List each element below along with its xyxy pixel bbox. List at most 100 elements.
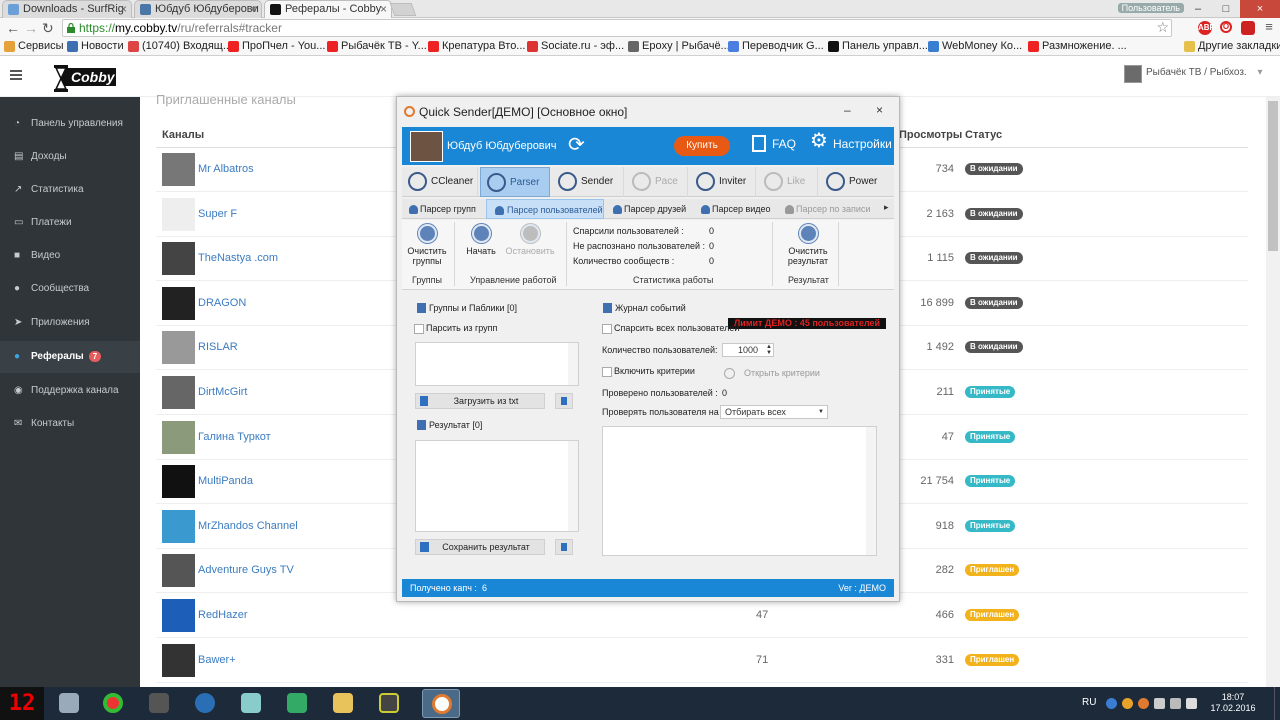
channel-name-link[interactable]: Mr Albatros bbox=[198, 163, 254, 175]
channel-name-link[interactable]: Super F bbox=[198, 208, 237, 220]
taskbar-app-monitor[interactable] bbox=[370, 689, 408, 718]
faq-button[interactable]: FAQ bbox=[750, 135, 796, 152]
forward-arrow-icon[interactable]: → bbox=[24, 20, 38, 36]
save-result-button[interactable]: Сохранить результат bbox=[415, 539, 545, 555]
qs-user-name[interactable]: Юбдуб Юбдуберович bbox=[447, 140, 557, 152]
groups-list[interactable] bbox=[415, 342, 579, 386]
avatar[interactable] bbox=[162, 153, 195, 186]
check-user-select[interactable]: Отбирать всех ▼ bbox=[720, 405, 828, 419]
taskbar-app-editor[interactable] bbox=[232, 689, 270, 718]
bookmark-sociate[interactable]: Sociate.ru - эф... bbox=[527, 40, 624, 52]
channel-name-link[interactable]: RedHazer bbox=[198, 609, 248, 621]
tabs-scroll-right-icon[interactable]: ▸ bbox=[884, 202, 889, 213]
tab-parser-users[interactable]: Парсер пользователей bbox=[486, 199, 604, 219]
avatar[interactable] bbox=[410, 131, 443, 162]
avatar[interactable] bbox=[162, 509, 195, 543]
avatar[interactable] bbox=[162, 465, 195, 499]
channel-name-link[interactable]: DRAGON bbox=[198, 297, 246, 309]
minimize-icon[interactable]: – bbox=[1184, 0, 1212, 18]
tab-parser-video[interactable]: Парсер видео bbox=[698, 199, 780, 219]
page-scrollbar[interactable] bbox=[1266, 97, 1280, 687]
module-inviter[interactable]: Inviter bbox=[690, 167, 756, 197]
tray-volume-icon[interactable] bbox=[1186, 698, 1197, 709]
module-ccleaner[interactable]: CCleaner bbox=[402, 167, 478, 197]
reload-icon[interactable]: ↻ bbox=[42, 20, 54, 36]
avatar[interactable] bbox=[162, 643, 195, 677]
column-header-status[interactable]: Статус bbox=[965, 129, 1002, 141]
language-indicator[interactable]: RU bbox=[1082, 697, 1096, 708]
bookmark-propchel[interactable]: ПроПчел - You... bbox=[228, 40, 325, 52]
channel-name-link[interactable]: Bawer+ bbox=[198, 654, 236, 666]
hamburger-menu-icon[interactable] bbox=[10, 70, 22, 80]
taskbar-app-explorer[interactable] bbox=[324, 689, 362, 718]
tab-parser-groups[interactable]: Парсер групп bbox=[406, 199, 484, 219]
bookmark-services[interactable]: Сервисы bbox=[4, 40, 64, 52]
module-sender[interactable]: Sender bbox=[552, 167, 624, 197]
channel-name-link[interactable]: MrZhandos Channel bbox=[198, 520, 298, 532]
sidebar-item-referrals[interactable]: ● Рефералы 7 bbox=[0, 341, 140, 373]
channel-name-link[interactable]: RISLAR bbox=[198, 341, 238, 353]
bookmark-razmnozhenie[interactable]: Размножение. ... bbox=[1028, 40, 1127, 52]
sidebar-item-support[interactable]: ◉ Поддержка канала bbox=[0, 375, 140, 407]
bookmark-star-icon[interactable]: ☆ bbox=[1156, 19, 1169, 36]
table-row[interactable]: Bawer+ 71 331 Приглашен bbox=[156, 639, 1248, 683]
opera-icon[interactable]: O bbox=[1220, 21, 1232, 33]
tab-close-icon[interactable]: × bbox=[120, 2, 127, 16]
avatar[interactable] bbox=[162, 286, 195, 320]
bookmark-translate[interactable]: Переводчик G... bbox=[728, 40, 824, 52]
clear-groups-list-button[interactable] bbox=[555, 393, 573, 409]
browser-tab-referrals[interactable]: Рефералы - Cobby × bbox=[264, 0, 392, 18]
sidebar-item-stats[interactable]: ↗ Статистика bbox=[0, 174, 140, 206]
column-header-channels[interactable]: Каналы bbox=[162, 129, 204, 141]
stop-button[interactable]: Остановить bbox=[502, 224, 558, 256]
module-parser[interactable]: Parser bbox=[480, 167, 550, 197]
bookmark-epoxy[interactable]: Epoxy | Рыбачё... bbox=[628, 40, 730, 52]
tray-help-icon[interactable] bbox=[1106, 698, 1117, 709]
module-pace[interactable]: Pace bbox=[626, 167, 688, 197]
taskbar-app-quick-sender[interactable] bbox=[422, 689, 460, 718]
show-desktop-button[interactable] bbox=[1274, 687, 1280, 720]
bookmark-mail[interactable]: (10740) Входящ... bbox=[128, 40, 232, 52]
buy-button[interactable]: Купить bbox=[674, 136, 730, 156]
list-scrollbar[interactable] bbox=[568, 343, 578, 385]
settings-button[interactable]: ⚙ Настройки bbox=[810, 131, 892, 151]
back-arrow-icon[interactable]: ← bbox=[6, 20, 20, 36]
scrollbar-thumb[interactable] bbox=[1268, 101, 1278, 251]
sidebar-item-contacts[interactable]: ✉ Контакты bbox=[0, 408, 140, 440]
taskbar-app-calculator[interactable] bbox=[50, 689, 88, 718]
start-button[interactable]: 12 bbox=[0, 687, 44, 720]
taskbar-app-terminal[interactable] bbox=[278, 689, 316, 718]
tray-app-icon[interactable] bbox=[1138, 698, 1149, 709]
avatar[interactable] bbox=[162, 242, 195, 276]
sidebar-item-video[interactable]: ■ Видео bbox=[0, 240, 140, 272]
stepper-arrows-icon[interactable]: ▲ ▼ bbox=[766, 344, 772, 356]
cobby-logo[interactable]: Cobby bbox=[54, 65, 116, 92]
taskbar-app-chrome[interactable] bbox=[94, 689, 132, 718]
event-log-box[interactable] bbox=[602, 426, 877, 556]
load-from-txt-button[interactable]: Загрузить из txt bbox=[415, 393, 545, 409]
taskbar-app-microphone[interactable] bbox=[140, 689, 178, 718]
tray-antivirus-icon[interactable] bbox=[1122, 698, 1133, 709]
clear-result-list-button[interactable] bbox=[555, 539, 573, 555]
clear-groups-button[interactable]: Очистить группы bbox=[402, 224, 452, 266]
bookmark-rybachek[interactable]: Рыбачёк ТВ - Y... bbox=[327, 40, 427, 52]
sidebar-item-income[interactable]: ▤ Доходы bbox=[0, 141, 140, 173]
users-count-stepper[interactable]: 1000 ▲ ▼ bbox=[722, 343, 774, 357]
chrome-menu-icon[interactable]: ≡ bbox=[1262, 20, 1276, 35]
channel-name-link[interactable]: DirtMcGirt bbox=[198, 386, 248, 398]
sidebar-item-communities[interactable]: ● Сообщества bbox=[0, 273, 140, 305]
refresh-icon[interactable]: ⟳ bbox=[568, 135, 585, 155]
sidebar-item-dashboard[interactable]: ◔ Панель управления bbox=[0, 108, 140, 140]
qs-close-button[interactable]: × bbox=[876, 103, 883, 117]
module-power[interactable]: Power bbox=[820, 167, 894, 197]
avatar[interactable] bbox=[162, 197, 195, 231]
channel-name-link[interactable]: TheNastya .com bbox=[198, 252, 278, 264]
browser-user-badge[interactable]: Пользователь bbox=[1117, 3, 1184, 13]
channel-name-link[interactable]: Adventure Guys TV bbox=[198, 564, 294, 576]
sidebar-item-payments[interactable]: ▭ Платежи bbox=[0, 207, 140, 239]
sidebar-item-apps[interactable]: ➤ Приложения bbox=[0, 307, 140, 339]
avatar[interactable] bbox=[162, 420, 195, 454]
address-bar[interactable]: https://my.cobby.tv/ru/referrals#tracker… bbox=[62, 19, 1172, 37]
bookmark-webmoney[interactable]: WebMoney Ко... bbox=[928, 40, 1022, 52]
profile-menu[interactable]: Рыбачёк ТВ / Рыбхоз. ▾ bbox=[1124, 65, 1263, 83]
